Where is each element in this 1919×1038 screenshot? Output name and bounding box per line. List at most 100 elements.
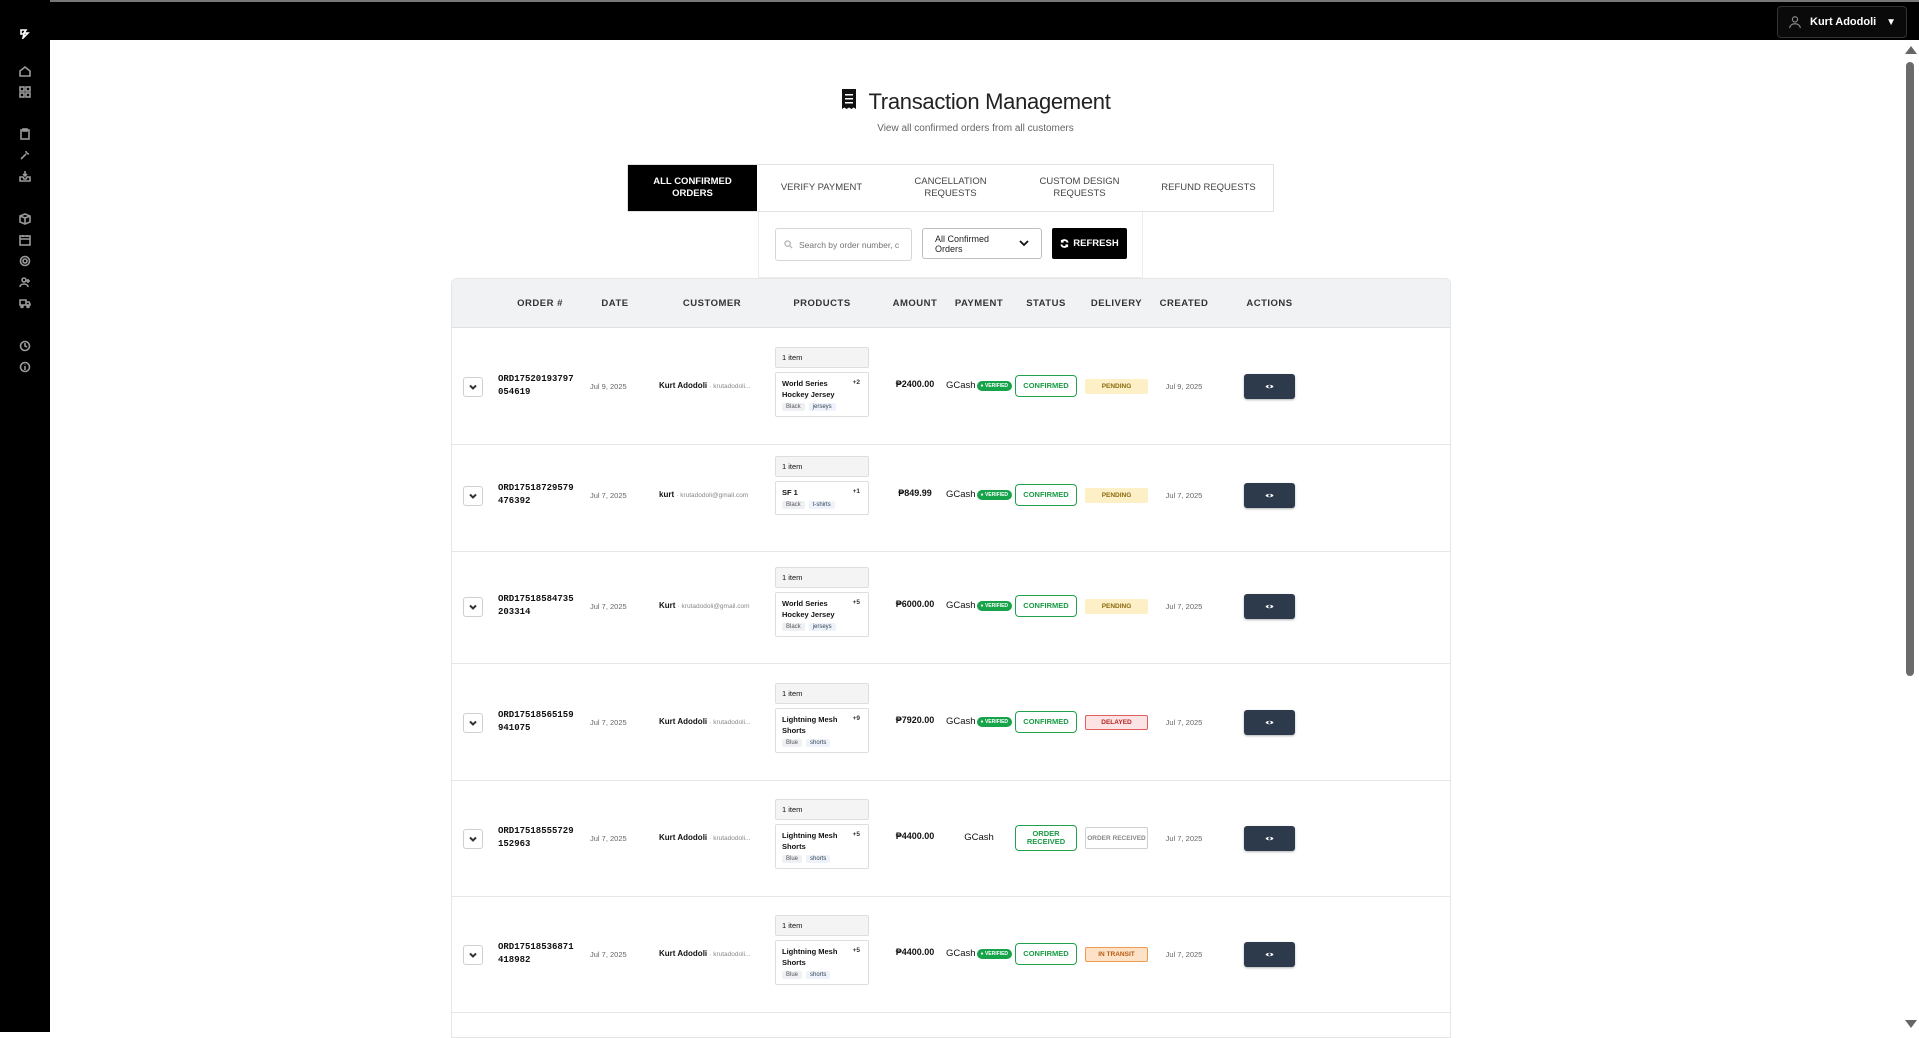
col-date: DATE — [601, 298, 629, 309]
calendar-icon[interactable] — [18, 233, 32, 247]
item-count: 1 item — [775, 799, 869, 820]
product-color-tag: Blue — [782, 855, 803, 863]
customer-cell: Kurt Adodoli · krutadodoli... — [659, 381, 765, 390]
truck-icon[interactable] — [18, 296, 32, 310]
customer-name: Kurt Adodoli — [659, 381, 708, 390]
logo-icon[interactable] — [18, 26, 32, 40]
expand-row-button[interactable] — [463, 597, 483, 617]
order-amount: ₱2400.00 — [895, 379, 935, 389]
product-name: World Series Hockey Jersey — [782, 379, 835, 399]
chevron-down-icon — [469, 952, 477, 958]
box-icon[interactable] — [18, 212, 32, 226]
order-number-line2: 476392 — [498, 496, 531, 506]
product-card[interactable]: Lightning Mesh Shorts +5 Blue shorts — [775, 824, 869, 869]
add-user-icon[interactable] — [18, 275, 32, 289]
inbox-icon[interactable] — [18, 169, 32, 183]
search-icon — [784, 240, 793, 249]
product-card[interactable]: World Series Hockey Jersey +2 Black jers… — [775, 372, 869, 417]
verified-badge: ● VERIFIED — [976, 489, 1013, 500]
created-date: Jul 7, 2025 — [1165, 718, 1203, 727]
tools-icon[interactable] — [18, 148, 32, 162]
customer-cell: Kurt Adodoli · krutadodoli... — [659, 717, 765, 726]
payment-cell: GCash ● VERIFIED — [944, 948, 1014, 959]
product-name: Lightning Mesh Shorts — [782, 831, 838, 851]
view-order-button[interactable] — [1244, 594, 1295, 619]
expand-row-button[interactable] — [463, 829, 483, 849]
table-row: ORD17518565159 941075 Jul 7, 2025 Kurt A… — [452, 664, 1450, 781]
dashboard-icon[interactable] — [18, 85, 32, 99]
product-more-count: +2 — [852, 379, 860, 386]
order-filter-select[interactable]: All Confirmed Orders — [922, 228, 1042, 259]
product-category-tag: jerseys — [808, 623, 836, 631]
product-card[interactable]: World Series Hockey Jersey +5 Black jers… — [775, 592, 869, 637]
order-number: ORD17520193797 054619 — [498, 373, 582, 399]
user-icon — [1788, 15, 1802, 29]
settings-icon[interactable] — [18, 254, 32, 268]
order-number: ORD17518565159 941075 — [498, 709, 582, 735]
tab-custom-design-requests[interactable]: CUSTOM DESIGN REQUESTS — [1015, 165, 1144, 211]
item-count: 1 item — [775, 567, 869, 588]
customer-cell: Kurt Adodoli · krutadodoli... — [659, 949, 765, 958]
view-order-button[interactable] — [1244, 826, 1295, 851]
scrollbar[interactable] — [1901, 40, 1919, 1032]
product-card[interactable]: Lightning Mesh Shorts +5 Blue shorts — [775, 940, 869, 985]
customer-email: krutadodoli... — [713, 951, 751, 958]
view-order-button[interactable] — [1244, 942, 1295, 967]
tab-cancellation-requests[interactable]: CANCELLATION REQUESTS — [886, 165, 1015, 211]
order-amount: ₱7920.00 — [895, 715, 935, 725]
col-payment: PAYMENT — [954, 298, 1004, 309]
payment-method: GCash — [945, 600, 976, 611]
col-products: PRODUCTS — [793, 298, 851, 309]
col-status: STATUS — [1026, 298, 1066, 309]
home-icon[interactable] — [18, 64, 32, 78]
customer-cell: kurt · krutadodoli@gmail.com — [659, 490, 765, 499]
status-badge: CONFIRMED — [1015, 711, 1077, 733]
expand-row-button[interactable] — [463, 486, 483, 506]
product-card[interactable]: Lightning Mesh Shorts +9 Blue shorts — [775, 708, 869, 753]
expand-row-button[interactable] — [463, 377, 483, 397]
product-card[interactable]: SF 1 +1 Black t-shirts — [775, 481, 869, 515]
clipboard-icon[interactable] — [18, 127, 32, 141]
scroll-thumb[interactable] — [1906, 62, 1914, 676]
payment-cell: GCash — [944, 832, 1014, 843]
item-count: 1 item — [775, 347, 869, 368]
view-order-button[interactable] — [1244, 374, 1295, 399]
status-badge: CONFIRMED — [1015, 375, 1077, 397]
status-badge: CONFIRMED — [1015, 595, 1077, 617]
order-amount: ₱6000.00 — [895, 599, 935, 609]
order-number-line2: 203314 — [498, 607, 531, 617]
tab-verify-payment[interactable]: VERIFY PAYMENT — [757, 165, 886, 211]
order-number: ORD17518536871 418982 — [498, 941, 582, 967]
created-date: Jul 9, 2025 — [1165, 382, 1203, 391]
payment-cell: GCash ● VERIFIED — [944, 380, 1014, 391]
info-icon[interactable] — [18, 360, 32, 374]
scroll-up-arrow[interactable] — [1905, 46, 1917, 54]
tab-refund-requests[interactable]: REFUND REQUESTS — [1144, 165, 1273, 211]
orders-table: ORDER # DATE CUSTOMER PRODUCTS AMOUNT PA… — [451, 278, 1451, 1038]
expand-row-button[interactable] — [463, 713, 483, 733]
products-cell: 1 item SF 1 +1 Black t-shirts — [775, 456, 869, 515]
clock-icon[interactable] — [18, 339, 32, 353]
eye-icon — [1265, 836, 1274, 841]
verified-badge: ● VERIFIED — [976, 948, 1013, 959]
tab-all-confirmed-orders[interactable]: ALL CONFIRMED ORDERS — [628, 165, 757, 211]
chevron-down-icon: ▼ — [1886, 16, 1896, 28]
scroll-down-arrow[interactable] — [1905, 1020, 1917, 1028]
refresh-button[interactable]: REFRESH — [1052, 228, 1127, 259]
expand-row-button[interactable] — [463, 945, 483, 965]
table-row: ORD17518555729 152963 Jul 7, 2025 Kurt A… — [452, 781, 1450, 897]
product-name: World Series Hockey Jersey — [782, 599, 835, 619]
view-order-button[interactable] — [1244, 710, 1295, 735]
product-more-count: +1 — [852, 488, 860, 495]
top-bar: Kurt Adodoli ▼ — [0, 0, 1919, 40]
delivery-badge: IN TRANSIT — [1085, 946, 1148, 962]
search-input[interactable] — [799, 239, 899, 250]
status-badge: ORDER RECEIVED — [1015, 825, 1077, 851]
user-menu-button[interactable]: Kurt Adodoli ▼ — [1777, 6, 1907, 38]
payment-method: GCash — [945, 380, 976, 391]
view-order-button[interactable] — [1244, 483, 1295, 508]
table-row: ORD17520193797 054619 Jul 9, 2025 Kurt A… — [452, 328, 1450, 445]
order-amount: ₱849.99 — [898, 488, 932, 498]
filter-bar: All Confirmed Orders REFRESH — [758, 212, 1143, 278]
search-box[interactable] — [775, 228, 912, 261]
